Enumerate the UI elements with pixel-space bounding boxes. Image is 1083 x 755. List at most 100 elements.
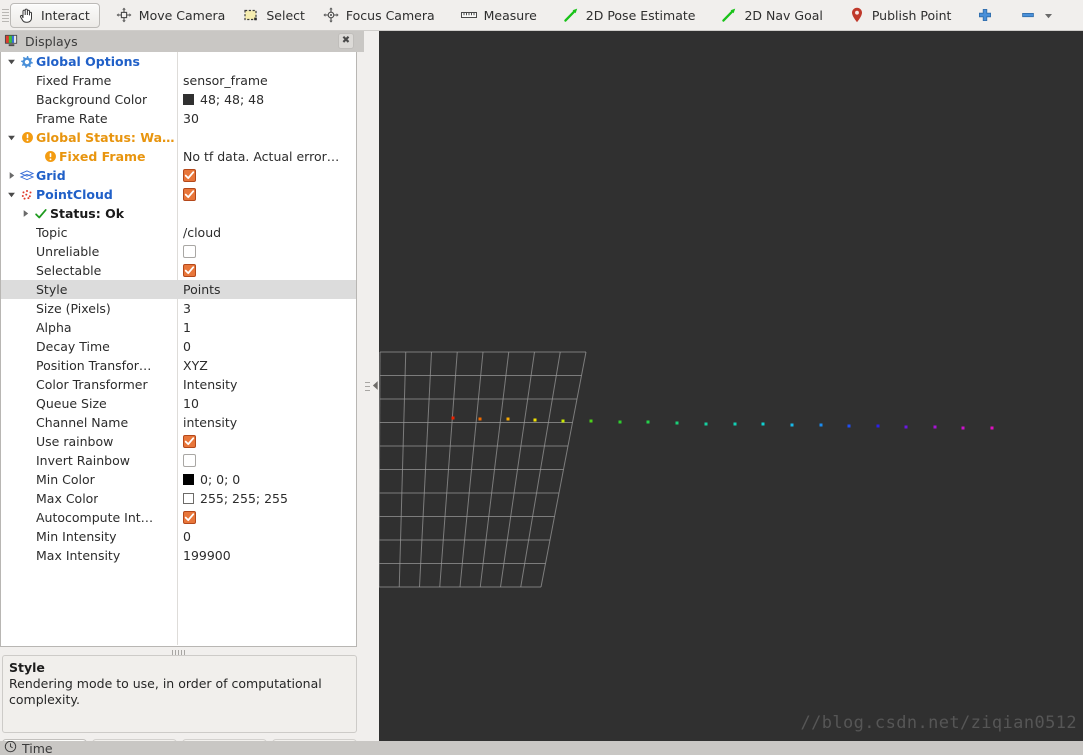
property-value-cell[interactable]: 48; 48; 48 xyxy=(177,90,356,109)
tree-row-invert-rainbow[interactable]: Invert Rainbow xyxy=(1,451,356,470)
property-value-cell[interactable]: Intensity xyxy=(177,375,356,394)
tree-row-min-color[interactable]: Min Color 0; 0; 0 xyxy=(1,470,356,489)
property-value-cell[interactable] xyxy=(177,166,356,185)
cloud-point xyxy=(561,419,565,423)
checkbox-checked[interactable] xyxy=(183,264,196,277)
expander-expanded[interactable] xyxy=(5,133,18,142)
cloud-point xyxy=(847,424,851,428)
property-value-cell[interactable] xyxy=(177,128,356,147)
tree-row-queue-size[interactable]: Queue Size 10 xyxy=(1,394,356,413)
tree-row-unreliable[interactable]: Unreliable xyxy=(1,242,356,261)
property-value-cell[interactable]: 199900 xyxy=(177,546,356,565)
property-value-cell[interactable] xyxy=(177,185,356,204)
tree-row-topic[interactable]: Topic/cloud xyxy=(1,223,356,242)
scene-canvas xyxy=(379,351,994,588)
color-swatch[interactable] xyxy=(183,474,194,485)
property-value-cell[interactable]: intensity xyxy=(177,413,356,432)
property-value-cell[interactable]: 0 xyxy=(177,527,356,546)
tree-row-pointcloud[interactable]: PointCloud xyxy=(1,185,356,204)
chevron-down-icon[interactable] xyxy=(1043,6,1054,24)
tree-row-autocompute-int[interactable]: Autocompute Int… xyxy=(1,508,356,527)
checkbox-checked[interactable] xyxy=(183,169,196,182)
tree-row-channel-name[interactable]: Channel Name intensity xyxy=(1,413,356,432)
property-value-cell[interactable]: 255; 255; 255 xyxy=(177,489,356,508)
property-value-cell[interactable]: No tf data. Actual error… xyxy=(177,147,356,166)
tree-row-position-transfor[interactable]: Position Transfor… XYZ xyxy=(1,356,356,375)
tree-row-max-color[interactable]: Max Color 255; 255; 255 xyxy=(1,489,356,508)
expander-collapsed[interactable] xyxy=(19,209,32,218)
property-value-cell[interactable]: 1 xyxy=(177,318,356,337)
tree-row-fixed-frame[interactable]: Fixed Frame sensor_frame xyxy=(1,71,356,90)
toolbar-drag-handle[interactable] xyxy=(2,4,9,26)
tree-row-grid[interactable]: Grid xyxy=(1,166,356,185)
tool-button-measure[interactable]: Measure xyxy=(453,3,547,28)
property-name: Use rainbow xyxy=(36,434,114,449)
tool-button-select[interactable]: Select xyxy=(235,3,315,28)
warning-icon xyxy=(41,150,59,163)
property-value-cell[interactable] xyxy=(177,508,356,527)
tool-button-interact[interactable]: Interact xyxy=(10,2,100,28)
property-value-cell[interactable] xyxy=(177,261,356,280)
property-value-cell[interactable]: 30 xyxy=(177,109,356,128)
close-icon[interactable]: ✖ xyxy=(338,33,354,49)
property-value-cell[interactable] xyxy=(177,432,356,451)
tree-row-decay-time[interactable]: Decay Time 0 xyxy=(1,337,356,356)
tool-button-2d-nav-goal[interactable]: 2D Nav Goal xyxy=(713,3,832,28)
tool-button-move-camera[interactable]: Move Camera xyxy=(108,3,236,28)
tree-row-background-color[interactable]: Background Color 48; 48; 48 xyxy=(1,90,356,109)
property-value-cell[interactable]: 0 xyxy=(177,337,356,356)
add-tool-button[interactable] xyxy=(969,3,1004,28)
tree-row-color-transformer[interactable]: Color Transformer Intensity xyxy=(1,375,356,394)
displays-tree[interactable]: Global Options Fixed Frame sensor_frame Bac… xyxy=(0,52,357,647)
displays-panel-title: Displays xyxy=(25,34,78,49)
tool-button-publish-point[interactable]: Publish Point xyxy=(841,3,962,28)
cloud-point xyxy=(961,426,965,430)
property-value-cell[interactable]: Points xyxy=(177,280,356,299)
tree-row-global-options[interactable]: Global Options xyxy=(1,52,356,71)
tree-row-global-status-warn[interactable]: Global Status: Warn xyxy=(1,128,356,147)
3d-render-viewport[interactable]: //blog.csdn.net/ziqian0512 xyxy=(379,31,1083,741)
checkbox-checked[interactable] xyxy=(183,511,196,524)
property-value-cell[interactable] xyxy=(177,242,356,261)
cloud-point xyxy=(451,416,455,420)
property-value-cell[interactable] xyxy=(177,204,356,223)
tree-row-frame-rate[interactable]: Frame Rate 30 xyxy=(1,109,356,128)
main-toolbar: Interact Move Camera Select Focus Camera… xyxy=(0,0,1083,31)
checkbox-unchecked[interactable] xyxy=(183,454,196,467)
checkbox-checked[interactable] xyxy=(183,188,196,201)
tool-button-focus-camera[interactable]: Focus Camera xyxy=(315,3,445,28)
property-value-cell[interactable]: 0; 0; 0 xyxy=(177,470,356,489)
tree-row-fixed-frame[interactable]: Fixed Frame No tf data. Actual error… xyxy=(1,147,356,166)
vertical-splitter[interactable] xyxy=(364,31,379,741)
tool-label: Publish Point xyxy=(871,7,952,23)
property-value-cell[interactable]: XYZ xyxy=(177,356,356,375)
property-value-cell[interactable] xyxy=(177,451,356,470)
property-name: Min Color xyxy=(36,472,95,487)
property-value-cell[interactable]: 10 xyxy=(177,394,356,413)
tree-row-alpha[interactable]: Alpha 1 xyxy=(1,318,356,337)
tree-row-min-intensity[interactable]: Min Intensity 0 xyxy=(1,527,356,546)
color-swatch[interactable] xyxy=(183,94,194,105)
color-swatch[interactable] xyxy=(183,493,194,504)
expander-expanded[interactable] xyxy=(5,57,18,66)
checkbox-unchecked[interactable] xyxy=(183,245,196,258)
clock-icon xyxy=(4,741,17,755)
expander-collapsed[interactable] xyxy=(5,171,18,180)
expander-expanded[interactable] xyxy=(5,190,18,199)
property-name: Alpha xyxy=(36,320,72,335)
checkbox-checked[interactable] xyxy=(183,435,196,448)
property-value-cell[interactable] xyxy=(177,52,356,71)
tree-row-style[interactable]: Style Points xyxy=(1,280,356,299)
remove-tool-button[interactable] xyxy=(1012,3,1064,28)
property-value-cell[interactable]: /cloud xyxy=(177,223,356,242)
tree-row-size-pixels[interactable]: Size (Pixels) 3 xyxy=(1,299,356,318)
tree-row-selectable[interactable]: Selectable xyxy=(1,261,356,280)
triangle-left-icon[interactable] xyxy=(372,379,379,394)
tool-button-2d-pose-estimate[interactable]: 2D Pose Estimate xyxy=(555,3,706,28)
property-value-cell[interactable]: sensor_frame xyxy=(177,71,356,90)
property-value-cell[interactable]: 3 xyxy=(177,299,356,318)
tree-row-use-rainbow[interactable]: Use rainbow xyxy=(1,432,356,451)
property-name: Status: Ok xyxy=(50,206,125,221)
tree-row-max-intensity[interactable]: Max Intensity 199900 xyxy=(1,546,356,565)
tree-row-status-ok[interactable]: Status: Ok xyxy=(1,204,356,223)
